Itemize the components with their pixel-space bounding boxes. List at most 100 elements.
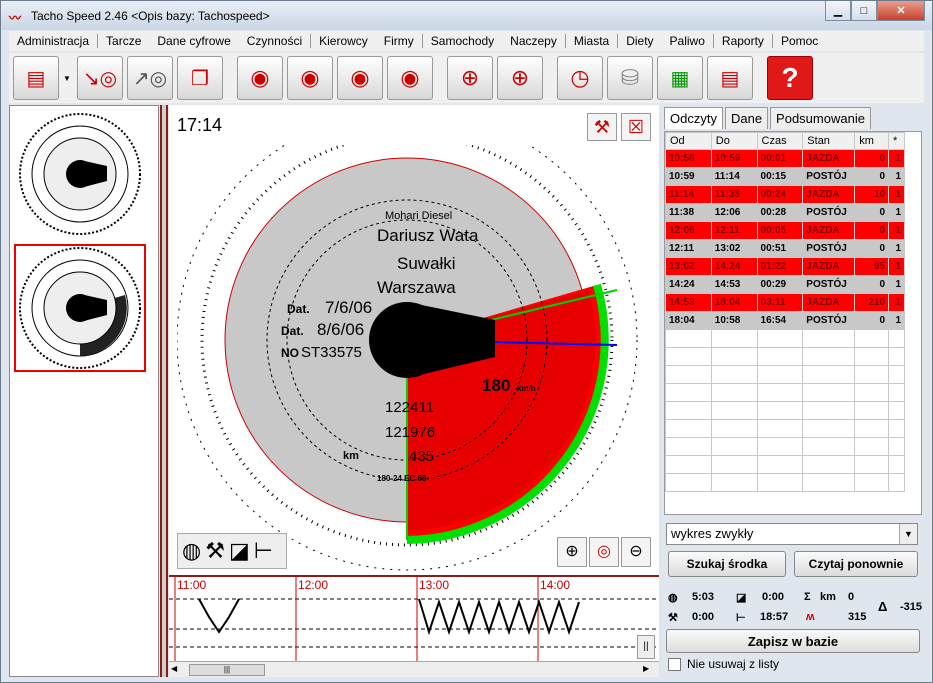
- delta-icon: Δ: [878, 599, 888, 614]
- rotate-right-button[interactable]: ◉: [387, 56, 433, 100]
- menu-raporty[interactable]: Raporty: [714, 34, 772, 48]
- save-to-database-button[interactable]: Zapisz w bazie: [666, 629, 920, 653]
- col-km[interactable]: km: [854, 132, 890, 150]
- menu-tarcze[interactable]: Tarcze: [98, 34, 149, 48]
- menu-czynnosci[interactable]: Czynności: [239, 34, 310, 48]
- empty-cell: [665, 437, 712, 456]
- menu-paliwo[interactable]: Paliwo: [662, 34, 713, 48]
- tab-strip: Odczyty Dane Podsumowanie: [664, 107, 873, 129]
- table-cell: 1: [888, 257, 905, 276]
- col-od[interactable]: Od: [665, 132, 712, 150]
- rotate-left-button[interactable]: ◉: [337, 56, 383, 100]
- scroll-right-icon[interactable]: ▶: [643, 664, 655, 676]
- search-center-button[interactable]: Szukaj środka: [668, 551, 786, 577]
- chart-type-select[interactable]: wykres zwykły ▼: [666, 523, 918, 545]
- disc-viewer: 17:14 ⚒ ☒ Mohari Diesel Dariusz Wata Suw…: [169, 105, 659, 677]
- clock-calculator-button[interactable]: ◷: [557, 56, 603, 100]
- close-button[interactable]: ✕: [877, 1, 925, 21]
- empty-cell: [756, 401, 804, 420]
- scroll-left-icon[interactable]: ◀: [171, 664, 183, 676]
- zoom-out-icon[interactable]: ⊖: [621, 537, 651, 567]
- col-czas[interactable]: Czas: [756, 132, 804, 150]
- export-disc-button[interactable]: ↗◎: [127, 56, 173, 100]
- left-splitter[interactable]: [160, 105, 168, 677]
- rest-bed-icon[interactable]: ⊢: [254, 538, 273, 564]
- zoom-in-icon[interactable]: ⊕: [557, 537, 587, 567]
- disc-speed-unit: km/h: [517, 384, 536, 393]
- hammers-icon[interactable]: ⚒: [205, 538, 225, 564]
- availability-tool-button[interactable]: ☒: [621, 113, 651, 141]
- col-mark[interactable]: *: [888, 132, 905, 150]
- keep-on-list-checkbox[interactable]: Nie usuwaj z listy: [668, 657, 779, 671]
- table-row[interactable]: 14:24 14:53 00:29 POSTÓJ 0 1: [665, 275, 905, 294]
- menu-miasta[interactable]: Miasta: [566, 34, 617, 48]
- table-row[interactable]: 13:02 14:24 01:22 JAZDA 95 1: [665, 257, 905, 276]
- maximize-button[interactable]: □: [851, 1, 877, 21]
- stats-board-button[interactable]: ▦: [657, 56, 703, 100]
- toolbar: ▤ ▼ ↘◎ ↗◎ ❐ ◉ ◉ ◉ ◉ ⊕ ⊕ ◷ ⛁ ▦ ▤ ?: [9, 53, 924, 103]
- table-row[interactable]: 18:04 10:58 16:54 POSTÓJ 0 1: [665, 311, 905, 330]
- menu-diety[interactable]: Diety: [618, 34, 661, 48]
- target-icon[interactable]: ◎: [589, 537, 619, 567]
- col-do[interactable]: Do: [710, 132, 758, 150]
- scanner-dropdown-icon[interactable]: ▼: [63, 74, 73, 83]
- annex-document-button[interactable]: ▤: [707, 56, 753, 100]
- table-cell: 18:04: [665, 311, 712, 330]
- disc-thumbnail-1[interactable]: [14, 110, 146, 238]
- table-row[interactable]: 11:14 11:38 00:24 JAZDA 10 1: [665, 185, 905, 204]
- table-cell: 11:14: [710, 167, 758, 186]
- table-row[interactable]: 10:59 11:14 00:15 POSTÓJ 0 1: [665, 167, 905, 186]
- right-panel: Odczyty Dane Podsumowanie Od Do Czas Sta…: [662, 105, 926, 677]
- empty-row: [665, 437, 905, 456]
- steering-wheel-icon[interactable]: ◍: [182, 538, 201, 564]
- menu-kierowcy[interactable]: Kierowcy: [311, 34, 376, 48]
- table-cell: 03:11: [756, 293, 804, 312]
- menu-firmy[interactable]: Firmy: [376, 34, 422, 48]
- scroll-thumb[interactable]: |||: [189, 664, 265, 676]
- copy-discs-button[interactable]: ❐: [177, 56, 223, 100]
- table-cell: 1: [888, 275, 905, 294]
- table-cell: 0: [854, 167, 890, 186]
- reread-button[interactable]: Czytaj ponownie: [794, 551, 918, 577]
- scanner-button[interactable]: ▤: [13, 56, 59, 100]
- table-cell: 14:53: [665, 293, 712, 312]
- center-disc-alt-button[interactable]: ⊕: [497, 56, 543, 100]
- help-button[interactable]: ?: [767, 56, 813, 100]
- zoom-tools: ⊕ ◎ ⊖: [557, 537, 653, 569]
- table-row[interactable]: 10:58 10:59 00:01 JAZDA 0 1: [665, 149, 905, 168]
- tab-podsumowanie[interactable]: Podsumowanie: [770, 107, 871, 129]
- tab-dane[interactable]: Dane: [724, 107, 769, 129]
- activity-chart[interactable]: 11:00 12:00 13:00 14:00 ||: [169, 575, 659, 661]
- table-row[interactable]: 14:53 18:04 03:11 JAZDA 210 1: [665, 293, 905, 312]
- table-cell: 11:38: [665, 203, 712, 222]
- work-tool-button[interactable]: ⚒: [587, 113, 617, 141]
- table-row[interactable]: 11:38 12:06 00:28 POSTÓJ 0 1: [665, 203, 905, 222]
- minimize-button[interactable]: ▁: [825, 1, 851, 21]
- table-row[interactable]: 12:11 13:02 00:51 POSTÓJ 0 1: [665, 239, 905, 258]
- col-stan[interactable]: Stan: [802, 132, 856, 150]
- summary-stats: ◍ 5:03 ◪ 0:00 Σ km 0 ⚒ 0:00 ⊢ 18:57 ʍ 31…: [664, 585, 922, 629]
- chart-hour-label: 12:00: [298, 578, 328, 592]
- menu-pomoc[interactable]: Pomoc: [773, 34, 826, 48]
- disc-thumbnail-2[interactable]: [14, 244, 146, 372]
- availability-icon[interactable]: ◪: [229, 538, 250, 564]
- tab-odczyty[interactable]: Odczyty: [664, 107, 723, 129]
- menu-administracja[interactable]: Administracja: [9, 34, 97, 48]
- horizontal-scrollbar[interactable]: ◀ ||| ▶: [169, 661, 659, 677]
- rotate-up-button[interactable]: ◉: [287, 56, 333, 100]
- table-row[interactable]: 12:06 12:11 00:05 JAZDA 0 1: [665, 221, 905, 240]
- center-disc-button[interactable]: ⊕: [447, 56, 493, 100]
- empty-cell: [665, 329, 712, 348]
- checkbox-box[interactable]: [668, 657, 681, 671]
- disc-driver: Dariusz Wata: [377, 226, 479, 245]
- menu-samochody[interactable]: Samochody: [423, 34, 502, 48]
- menu-naczepy[interactable]: Naczepy: [502, 34, 565, 48]
- import-disc-button[interactable]: ↘◎: [77, 56, 123, 100]
- table-cell: 10:58: [710, 311, 758, 330]
- menu-dane-cyfrowe[interactable]: Dane cyfrowe: [149, 34, 238, 48]
- rotate-down-button[interactable]: ◉: [237, 56, 283, 100]
- chart-pause-icon[interactable]: ||: [637, 635, 655, 659]
- empty-cell: [802, 455, 856, 474]
- database-disc-button[interactable]: ⛁: [607, 56, 653, 100]
- table-cell: 1: [888, 311, 905, 330]
